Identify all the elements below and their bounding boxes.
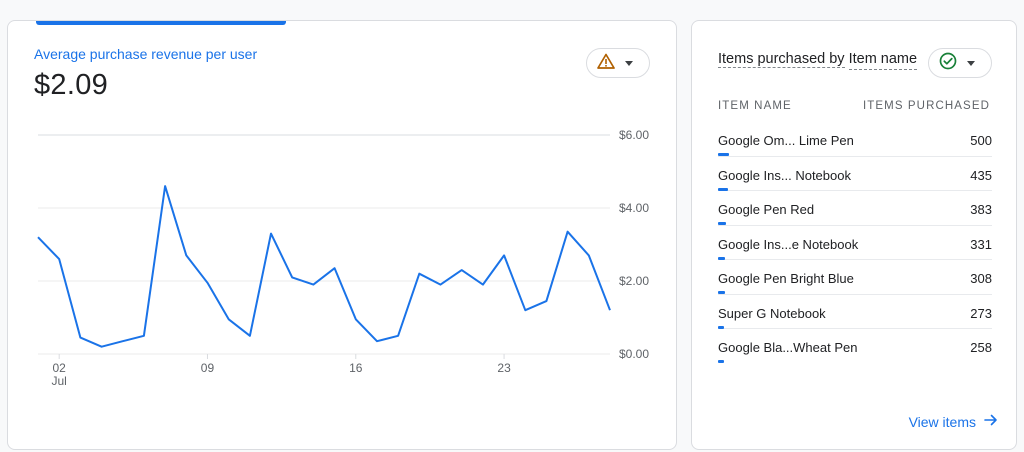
items-card: Items purchased by Item name ITEM NAME I… [691,20,1017,450]
item-name: Google Ins... Notebook [718,167,851,183]
item-count: 258 [970,340,992,355]
item-share-bar [718,360,724,363]
x-tick-label: 16 [349,361,363,375]
card-title-line2: Item name [848,49,918,70]
item-name: Super G Notebook [718,305,826,321]
table-row[interactable]: Google Ins... Notebook 435 [718,157,992,191]
item-count: 435 [970,167,992,183]
column-header-item-name: ITEM NAME [718,100,792,112]
x-tick-label: 23 [497,361,511,375]
column-header-items-purchased: ITEMS PURCHASED [862,100,990,112]
data-quality-button[interactable] [928,48,992,78]
table-row[interactable]: Super G Notebook 273 [718,295,992,329]
card-title-line1: Items purchased by [718,51,845,68]
y-tick-label: $2.00 [619,274,649,288]
item-count: 308 [970,271,992,286]
item-count: 500 [970,133,992,148]
line-chart: $6.00 $4.00 $2.00 $0.00 02Jul 09 16 23 [37,128,649,388]
table-row[interactable]: Google Om... Lime Pen 500 [718,122,992,157]
item-name: Google Pen Red [718,202,815,217]
y-tick-label: $6.00 [619,128,649,142]
x-tick-label: 02 [53,361,67,375]
item-name: Google Bla...Wheat Pen [718,340,858,355]
item-name: Google Pen Bright Blue [718,271,854,286]
table-row[interactable]: Google Pen Red 383 [718,191,992,226]
view-items-link[interactable]: View items [909,413,998,430]
check-circle-icon [939,52,957,75]
items-table: Google Om... Lime Pen 500 Google Ins... No… [718,122,992,364]
card-title[interactable]: Items purchased by Item name [718,48,918,70]
table-row[interactable]: Google Ins...e Notebook 331 [718,226,992,260]
arrow-right-icon [984,413,998,430]
table-row[interactable]: Google Bla...Wheat Pen 258 [718,329,992,364]
item-count: 331 [970,236,992,252]
item-count: 383 [970,202,992,217]
item-name: Google Ins...e Notebook [718,236,859,252]
view-items-label: View items [908,413,976,430]
y-tick-label: $4.00 [619,201,649,215]
item-name: Google Om... Lime Pen [718,133,854,148]
series-line[interactable] [37,185,611,348]
x-tick-label: 09 [201,361,215,375]
chevron-down-icon [967,60,975,66]
y-tick-label: $0.00 [619,347,649,361]
item-count: 273 [970,305,992,321]
chart-card: Average purchase revenue per user $2.09 … [7,20,677,450]
table-row[interactable]: Google Pen Bright Blue 308 [718,260,992,295]
x-tick-sublabel: Jul [52,374,67,388]
